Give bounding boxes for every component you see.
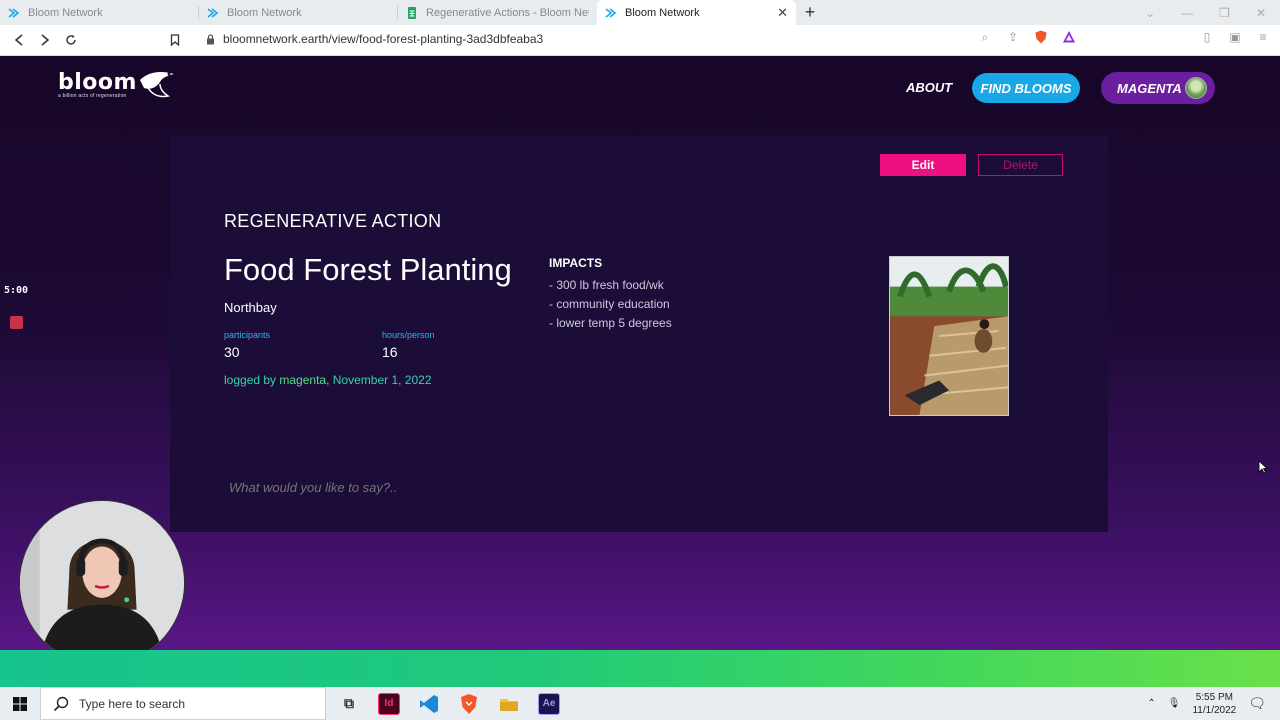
file-explorer-icon[interactable] bbox=[498, 693, 520, 715]
nav-about-link[interactable]: ABOUT bbox=[906, 80, 952, 95]
zoom-icon[interactable]: ⌕ bbox=[978, 30, 992, 44]
share-icon[interactable]: ⇪ bbox=[1006, 30, 1020, 44]
tab-title: Bloom Network bbox=[28, 6, 103, 19]
brave-rewards-icon[interactable] bbox=[1062, 30, 1076, 44]
page-title: Food Forest Planting bbox=[224, 252, 512, 287]
sidebar-icon[interactable]: ▯ bbox=[1200, 30, 1214, 44]
browser-tab-2[interactable]: Bloom Network bbox=[199, 0, 398, 25]
browser-tab-1[interactable]: Bloom Network bbox=[0, 0, 199, 25]
bloom-logo[interactable]: bloom a billion acts of regeneration bbox=[58, 70, 174, 99]
user-menu-button[interactable]: MAGENTA bbox=[1101, 72, 1215, 104]
search-icon bbox=[53, 696, 69, 711]
chevron-down-icon[interactable]: ⌄ bbox=[1145, 6, 1155, 20]
tab-title: Bloom Network bbox=[227, 6, 302, 19]
action-kicker: REGENERATIVE ACTION bbox=[224, 211, 442, 231]
minimize-icon[interactable]: — bbox=[1181, 6, 1193, 20]
browser-tab-4-active[interactable]: Bloom Network ✕ bbox=[597, 0, 796, 25]
windows-taskbar: Type here to search ⧉ Id Ae ⌃ 🎙 5:55 PM … bbox=[0, 687, 1280, 720]
reload-icon[interactable] bbox=[58, 27, 84, 53]
window-controls: ⌄ — ❐ ✕ bbox=[1145, 0, 1280, 25]
action-location: Northbay bbox=[224, 300, 277, 315]
lock-icon bbox=[207, 33, 214, 44]
menu-icon[interactable]: ≡ bbox=[1256, 30, 1270, 44]
recording-timer: 5:00 bbox=[4, 285, 29, 296]
back-icon[interactable] bbox=[6, 27, 32, 53]
close-window-icon[interactable]: ✕ bbox=[1256, 6, 1266, 20]
bloom-page: bloom a billion acts of regeneration ABO… bbox=[0, 56, 1280, 650]
mouse-cursor-icon bbox=[1258, 460, 1268, 474]
logged-by-line: logged by magenta, November 1, 2022 bbox=[224, 373, 432, 387]
browser-toolbar: bloomnetwork.earth/view/food-forest-plan… bbox=[0, 25, 1280, 56]
taskbar-clock[interactable]: 5:55 PM 11/1/2022 bbox=[1192, 691, 1236, 717]
bookmark-icon[interactable] bbox=[162, 27, 188, 53]
chevron-up-icon[interactable]: ⌃ bbox=[1147, 698, 1155, 709]
bloom-favicon-icon bbox=[207, 7, 219, 18]
tab-title: Bloom Network bbox=[625, 6, 700, 19]
hours-label: hours/person bbox=[382, 330, 435, 340]
action-card: Edit Delete REGENERATIVE ACTION Food For… bbox=[170, 136, 1108, 532]
after-effects-icon[interactable]: Ae bbox=[538, 692, 560, 715]
delete-button[interactable]: Delete bbox=[978, 154, 1063, 176]
logged-user-link[interactable]: magenta bbox=[279, 373, 326, 387]
task-view-icon[interactable]: ⧉ bbox=[338, 693, 360, 715]
bloom-favicon-icon bbox=[605, 7, 617, 18]
webcam-overlay bbox=[19, 500, 185, 666]
new-tab-button[interactable]: + bbox=[796, 0, 824, 25]
search-placeholder: Type here to search bbox=[79, 696, 186, 711]
participants-value: 30 bbox=[224, 344, 240, 360]
edit-button[interactable]: Edit bbox=[880, 154, 966, 176]
clock-time: 5:55 PM bbox=[1195, 691, 1233, 703]
bird-logo-icon bbox=[140, 72, 174, 98]
browser-tab-3[interactable]: Regenerative Actions - Bloom Network bbox=[398, 0, 597, 25]
clock-date: 11/1/2022 bbox=[1192, 704, 1237, 716]
url-text: bloomnetwork.earth/view/food-forest-plan… bbox=[223, 32, 544, 46]
tab-title: Regenerative Actions - Bloom Network bbox=[426, 6, 589, 19]
windows-start-icon[interactable] bbox=[0, 687, 40, 720]
impacts-heading: IMPACTS bbox=[549, 256, 603, 270]
forward-icon[interactable] bbox=[32, 27, 58, 53]
site-header: bloom a billion acts of regeneration ABO… bbox=[0, 56, 1280, 131]
avatar bbox=[1185, 77, 1207, 99]
hours-value: 16 bbox=[382, 344, 398, 360]
impact-item: - 300 lb fresh food/wk bbox=[549, 278, 664, 292]
impacts-list: - 300 lb fresh food/wk - community educa… bbox=[549, 276, 672, 333]
stop-recording-icon[interactable] bbox=[10, 316, 23, 329]
microphone-icon[interactable]: 🎙 bbox=[1168, 698, 1181, 709]
wallet-icon[interactable]: ▣ bbox=[1228, 30, 1242, 44]
restore-icon[interactable]: ❐ bbox=[1219, 6, 1230, 20]
footer-gradient bbox=[0, 650, 1280, 687]
indesign-icon[interactable]: Id bbox=[378, 692, 400, 715]
comment-input[interactable] bbox=[229, 480, 629, 495]
impact-item: - lower temp 5 degrees bbox=[549, 316, 672, 330]
bloom-favicon-icon bbox=[8, 7, 20, 18]
notifications-icon[interactable]: 🗨 bbox=[1248, 695, 1266, 712]
system-tray: ⌃ 🎙 5:55 PM 11/1/2022 🗨 bbox=[1147, 687, 1266, 720]
find-blooms-button[interactable]: FIND BLOOMS bbox=[972, 73, 1080, 103]
action-photo[interactable] bbox=[889, 256, 1009, 416]
sheets-favicon-icon bbox=[408, 6, 416, 19]
taskbar-search-input[interactable]: Type here to search bbox=[40, 687, 326, 720]
browser-tab-bar: Bloom Network Bloom Network Regenerative… bbox=[0, 0, 1280, 25]
impact-item: - community education bbox=[549, 297, 670, 311]
logged-date: , November 1, 2022 bbox=[326, 373, 432, 387]
brave-shield-icon[interactable] bbox=[1034, 30, 1048, 44]
close-tab-icon[interactable]: ✕ bbox=[777, 5, 788, 21]
address-field[interactable]: bloomnetwork.earth/view/food-forest-plan… bbox=[206, 32, 543, 46]
brave-icon[interactable] bbox=[458, 693, 480, 715]
user-name: MAGENTA bbox=[1117, 80, 1182, 96]
participants-label: participants bbox=[224, 330, 271, 340]
logged-prefix: logged by bbox=[224, 373, 280, 387]
logo-word: bloom bbox=[58, 70, 137, 95]
logo-tagline: a billion acts of regeneration bbox=[58, 93, 127, 99]
vscode-icon[interactable] bbox=[418, 693, 440, 715]
